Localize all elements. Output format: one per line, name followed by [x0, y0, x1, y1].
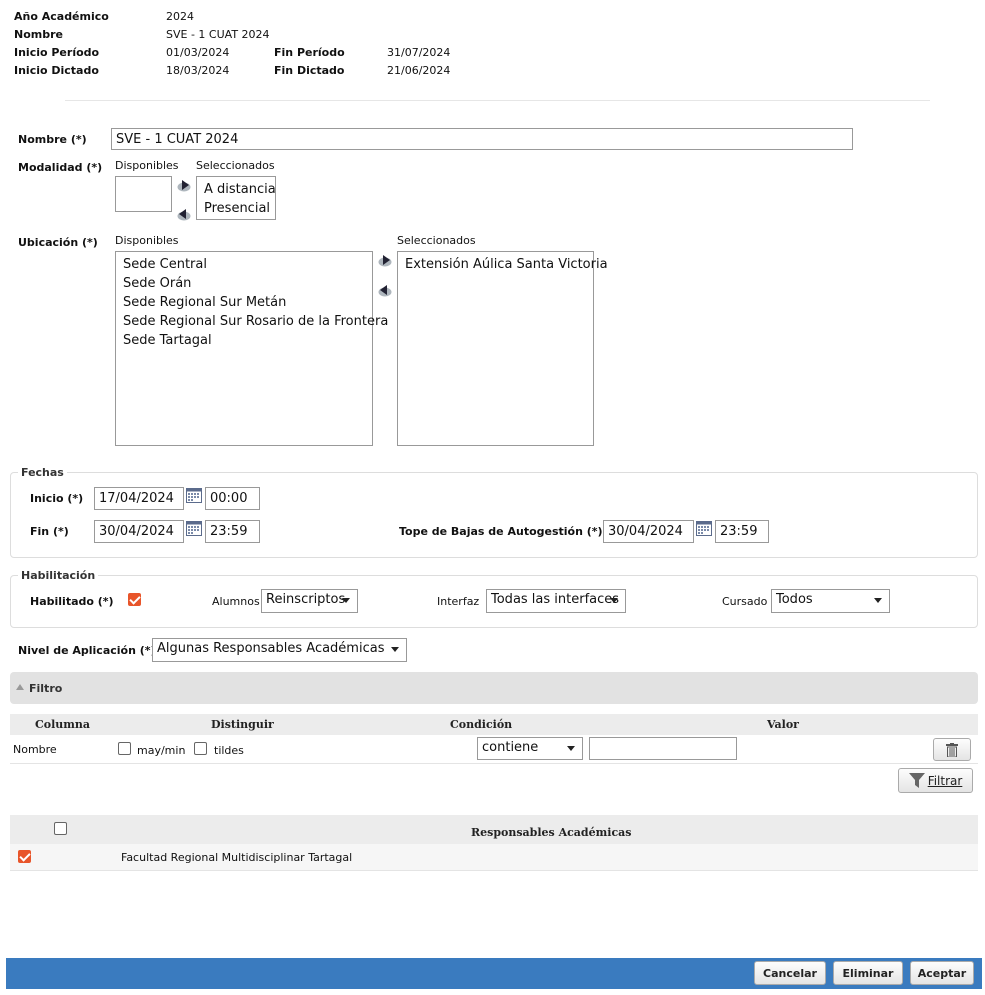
responsable-name: Facultad Regional Multidisciplinar Tarta… — [121, 851, 353, 864]
tope-label: Tope de Bajas de Autogestión (*) — [399, 525, 603, 538]
tope-time-input[interactable] — [715, 520, 769, 543]
interfaz-label: Interfaz — [437, 595, 480, 608]
modalidad-seleccionados-list[interactable]: A distancia Presencial — [196, 176, 276, 220]
nombre-label: Nombre (*) — [18, 133, 87, 146]
trash-icon — [946, 742, 958, 757]
fechas-fieldset — [10, 472, 978, 558]
move-right-arrow-icon[interactable] — [177, 179, 191, 192]
nombre-header-value: SVE - 1 CUAT 2024 — [166, 28, 270, 41]
modalidad-label: Modalidad (*) — [18, 161, 103, 174]
list-item[interactable]: Sede Central — [116, 255, 372, 274]
inicio-periodo-label: Inicio Período — [14, 46, 100, 59]
inicio-periodo-value: 01/03/2024 — [166, 46, 230, 59]
inicio-dictado-label: Inicio Dictado — [14, 64, 99, 77]
list-item[interactable]: Sede Tartagal — [116, 331, 372, 350]
fechas-legend: Fechas — [18, 466, 67, 479]
filtro-header[interactable]: Filtro — [10, 672, 978, 704]
cursado-select[interactable]: Todos — [771, 589, 890, 613]
maymin-checkbox[interactable] — [118, 742, 131, 755]
filtro-row-columna: Nombre — [13, 743, 57, 756]
modalidad-disponibles-label: Disponibles — [115, 159, 179, 172]
inicio-date-input[interactable] — [94, 487, 184, 510]
interfaz-select[interactable]: Todas las interfaces — [486, 589, 626, 613]
chevron-down-icon — [391, 647, 399, 652]
calendar-icon[interactable] — [696, 521, 712, 536]
cursado-label: Cursado — [722, 595, 768, 608]
list-item[interactable]: Sede Orán — [116, 274, 372, 293]
filtrar-button[interactable]: Filtrar — [898, 768, 973, 793]
move-left-arrow-icon[interactable] — [177, 208, 191, 221]
fin-dictado-value: 21/06/2024 — [387, 64, 451, 77]
filtro-title: Filtro — [29, 682, 63, 695]
nombre-input[interactable] — [111, 128, 853, 150]
col-valor: Valor — [767, 718, 799, 731]
list-item[interactable]: Sede Regional Sur Rosario de la Frontera — [116, 312, 388, 331]
select-all-checkbox[interactable] — [54, 822, 67, 835]
calendar-icon[interactable] — [186, 488, 202, 503]
habilitado-checkbox[interactable] — [128, 593, 141, 606]
calendar-icon[interactable] — [186, 521, 202, 536]
nivel-select-value: Algunas Responsables Académicas — [157, 641, 385, 656]
anio-value: 2024 — [166, 10, 194, 23]
nivel-select[interactable]: Algunas Responsables Académicas — [152, 638, 407, 662]
tildes-label: tildes — [214, 744, 244, 757]
chevron-down-icon — [342, 598, 350, 603]
ubicacion-seleccionados-label: Seleccionados — [397, 234, 476, 247]
alumnos-select[interactable]: Reinscriptos — [261, 589, 358, 613]
responsables-header-label: Responsables Académicas — [471, 826, 632, 839]
inicio-label: Inicio (*) — [30, 492, 84, 505]
col-distinguir: Distinguir — [211, 718, 274, 731]
chevron-down-icon — [567, 746, 575, 751]
inicio-time-input[interactable] — [205, 487, 260, 510]
responsable-checkbox[interactable] — [18, 850, 31, 863]
chevron-down-icon — [610, 598, 618, 603]
list-item[interactable]: Presencial — [197, 199, 275, 218]
habilitado-label: Habilitado (*) — [30, 595, 114, 608]
ubicacion-disponibles-list[interactable]: Sede Central Sede Orán Sede Regional Sur… — [115, 251, 388, 446]
alumnos-select-value: Reinscriptos — [266, 592, 346, 607]
tildes-checkbox[interactable] — [194, 742, 207, 755]
list-item[interactable]: Sede Regional Sur Metán — [116, 293, 372, 312]
ubicacion-label: Ubicación (*) — [18, 236, 98, 249]
cancel-button[interactable]: Cancelar — [754, 961, 826, 985]
delete-filter-button[interactable] — [933, 738, 971, 761]
nombre-header-label: Nombre — [14, 28, 63, 41]
fin-periodo-label: Fin Período — [274, 46, 345, 59]
move-left-arrow-icon[interactable] — [378, 284, 392, 297]
interfaz-select-value: Todas las interfaces — [491, 592, 620, 607]
maymin-label: may/min — [137, 744, 186, 757]
col-columna: Columna — [35, 718, 91, 731]
funnel-icon — [908, 773, 925, 788]
ubicacion-seleccionados-list[interactable]: Extensión Aúlica Santa Victoria — [397, 251, 608, 446]
alumnos-label: Alumnos — [212, 595, 260, 608]
tope-date-input[interactable] — [603, 520, 694, 543]
col-condicion: Condición — [450, 718, 513, 731]
accept-button[interactable]: Aceptar — [910, 961, 974, 985]
move-right-arrow-icon[interactable] — [378, 254, 392, 267]
modalidad-seleccionados-label: Seleccionados — [196, 159, 275, 172]
fin-periodo-value: 31/07/2024 — [387, 46, 451, 59]
fin-dictado-label: Fin Dictado — [274, 64, 345, 77]
collapse-arrow-icon — [16, 684, 24, 690]
habilitacion-legend: Habilitación — [18, 569, 99, 582]
fin-time-input[interactable] — [205, 520, 260, 543]
modalidad-disponibles-list[interactable] — [115, 176, 172, 212]
condicion-select[interactable]: contiene — [477, 737, 583, 760]
chevron-down-icon — [874, 598, 882, 603]
filtrar-label: Filtrar — [927, 773, 963, 788]
list-item[interactable]: Extensión Aúlica Santa Victoria — [398, 255, 608, 274]
inicio-dictado-value: 18/03/2024 — [166, 64, 230, 77]
anio-label: Año Académico — [14, 10, 109, 23]
header-divider — [65, 100, 930, 101]
delete-button[interactable]: Eliminar — [833, 961, 903, 985]
condicion-select-value: contiene — [482, 740, 539, 755]
nivel-label: Nivel de Aplicación (*) — [18, 644, 156, 657]
fin-date-input[interactable] — [94, 520, 184, 543]
cursado-select-value: Todos — [776, 592, 813, 607]
list-item[interactable]: A distancia — [197, 180, 276, 199]
fin-label: Fin (*) — [30, 525, 69, 538]
valor-input[interactable] — [589, 737, 737, 760]
ubicacion-disponibles-label: Disponibles — [115, 234, 179, 247]
